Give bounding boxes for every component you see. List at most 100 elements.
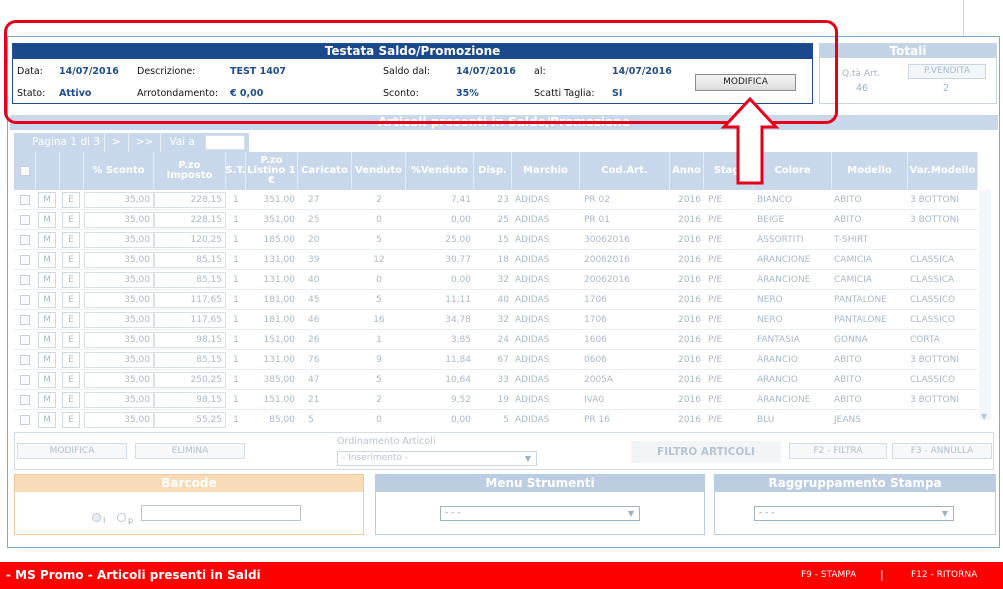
- scroll-down-icon[interactable]: ▼: [981, 412, 987, 421]
- table-cell: 5: [308, 415, 314, 425]
- table-cell: PANTALONE: [834, 295, 887, 305]
- row-checkbox[interactable]: [20, 375, 30, 385]
- row-checkbox[interactable]: [20, 275, 30, 285]
- table-cell: 85,15: [154, 252, 226, 268]
- table-row[interactable]: M E 35,00 117,65 1 181,00 46 16 34,78 32 ADIDAS 170…: [14, 310, 978, 330]
- column-header[interactable]: %Venduto: [406, 152, 474, 190]
- menu-strumenti-select[interactable]: - - - ▼: [440, 506, 640, 521]
- column-header[interactable]: P.zo Imposto: [154, 152, 226, 190]
- table-row[interactable]: M E 35,00 98,15 1 151,00 26 1 3,85 24 ADIDAS 1606 20…: [14, 330, 978, 350]
- elimina-button[interactable]: ELIMINA: [135, 443, 245, 459]
- table-row[interactable]: M E 35,00 98,15 1 151,00 21 2 9,52 19 ADIDAS IVA0 20…: [14, 390, 978, 410]
- column-header[interactable]: S.T.: [225, 152, 246, 190]
- column-header[interactable]: Anno: [670, 152, 704, 190]
- table-cell: 131,00: [263, 275, 296, 285]
- table-row[interactable]: M E 35,00 85,15 1 131,00 76 9 11,84 67 ADIDAS 0606 2…: [14, 350, 978, 370]
- column-header[interactable]: Caricato: [298, 152, 352, 190]
- row-e-button[interactable]: E: [62, 332, 80, 348]
- table-cell: T-SHIRT: [834, 235, 869, 245]
- f12-ritorna-button[interactable]: F12 - RITORNA: [911, 570, 977, 580]
- f2-filtra-button[interactable]: F2 - FILTRA: [789, 443, 887, 459]
- row-e-button[interactable]: E: [62, 252, 80, 268]
- pvendita-button[interactable]: P.VENDITA: [908, 64, 986, 79]
- radio-p[interactable]: [117, 513, 126, 522]
- row-m-button[interactable]: M: [38, 392, 56, 408]
- grid-scrollbar[interactable]: [979, 190, 991, 420]
- table-row[interactable]: M E 35,00 120,25 1 185,00 20 5 25,00 15 ADIDAS 3006…: [14, 230, 978, 250]
- row-m-button[interactable]: M: [38, 412, 56, 428]
- table-row[interactable]: M E 35,00 85,15 1 131,00 40 0 0,00 32 ADIDAS 200620…: [14, 270, 978, 290]
- row-e-button[interactable]: E: [62, 272, 80, 288]
- table-row[interactable]: M E 35,00 228,15 1 351,00 25 0 0,00 25 ADIDAS PR 01…: [14, 210, 978, 230]
- table-row[interactable]: M E 35,00 250,25 1 385,00 47 5 10,64 33 ADIDAS 2005…: [14, 370, 978, 390]
- row-e-button[interactable]: E: [62, 392, 80, 408]
- row-m-button[interactable]: M: [38, 272, 56, 288]
- row-checkbox[interactable]: [20, 315, 30, 325]
- table-cell: CLASSICA: [910, 255, 955, 265]
- row-checkbox[interactable]: [20, 355, 30, 365]
- radio-i[interactable]: [92, 513, 101, 522]
- row-e-button[interactable]: E: [62, 292, 80, 308]
- table-cell: 181,00: [263, 295, 296, 305]
- column-header[interactable]: Disp.: [474, 152, 512, 190]
- column-header[interactable]: Var.Modello: [908, 152, 978, 190]
- row-checkbox[interactable]: [20, 195, 30, 205]
- row-m-button[interactable]: M: [38, 212, 56, 228]
- row-checkbox[interactable]: [20, 395, 30, 405]
- f3-annulla-button[interactable]: F3 - ANNULLA: [892, 443, 992, 459]
- row-m-button[interactable]: M: [38, 312, 56, 328]
- footer-title: - MS Promo - Articoli presenti in Saldi: [6, 568, 261, 582]
- table-cell: 7,41: [450, 195, 471, 205]
- row-e-button[interactable]: E: [62, 232, 80, 248]
- column-header[interactable]: Cod.Art.: [580, 152, 670, 190]
- row-m-button[interactable]: M: [38, 332, 56, 348]
- row-e-button[interactable]: E: [62, 212, 80, 228]
- column-header[interactable]: P.zo Listino 1 €: [246, 152, 298, 190]
- ordinamento-select[interactable]: - Inserimento - ▼: [337, 451, 537, 466]
- sconto-value: 35%: [456, 88, 479, 99]
- f9-stampa-button[interactable]: F9 - STAMPA: [801, 570, 856, 580]
- column-header[interactable]: % Sconto: [84, 152, 154, 190]
- row-checkbox[interactable]: [20, 235, 30, 245]
- table-row[interactable]: M E 35,00 117,65 1 181,00 45 5 11,11 40 ADIDAS 1706…: [14, 290, 978, 310]
- row-checkbox[interactable]: [20, 415, 30, 425]
- row-checkbox[interactable]: [20, 215, 30, 225]
- goto-page-input[interactable]: [204, 135, 245, 150]
- row-m-button[interactable]: M: [38, 192, 56, 208]
- modifica-testata-button[interactable]: MODIFICA: [695, 74, 796, 91]
- row-checkbox[interactable]: [20, 335, 30, 345]
- row-e-button[interactable]: E: [62, 372, 80, 388]
- table-row[interactable]: M E 35,00 85,15 1 131,00 39 12 30,77 18 ADIDAS 2006…: [14, 250, 978, 270]
- column-header[interactable]: Modello: [832, 152, 908, 190]
- table-row[interactable]: M E 35,00 55,25 1 85,00 5 0 0,00 5 ADIDAS PR 16 2016…: [14, 410, 978, 428]
- table-cell: 20062016: [584, 255, 630, 265]
- chevron-down-icon: ▼: [941, 509, 948, 518]
- row-m-button[interactable]: M: [38, 252, 56, 268]
- row-m-button[interactable]: M: [38, 352, 56, 368]
- raggruppamento-select[interactable]: - - - ▼: [754, 506, 954, 521]
- table-cell: 1: [233, 195, 239, 205]
- row-m-button[interactable]: M: [38, 372, 56, 388]
- column-header[interactable]: Marchio: [512, 152, 580, 190]
- row-e-button[interactable]: E: [62, 412, 80, 428]
- modifica-button[interactable]: MODIFICA: [17, 443, 127, 459]
- select-all-checkbox[interactable]: [19, 166, 30, 176]
- row-e-button[interactable]: E: [62, 192, 80, 208]
- barcode-input[interactable]: [141, 505, 301, 521]
- row-e-button[interactable]: E: [62, 352, 80, 368]
- table-cell: ADIDAS: [515, 415, 550, 425]
- row-checkbox[interactable]: [20, 255, 30, 265]
- row-e-button[interactable]: E: [62, 312, 80, 328]
- row-m-button[interactable]: M: [38, 232, 56, 248]
- table-row[interactable]: M E 35,00 228,15 1 351,00 27 2 7,41 23 ADIDAS PR 02…: [14, 190, 978, 210]
- table-cell: CORTA: [910, 335, 940, 345]
- table-cell: 35,00: [84, 392, 154, 408]
- table-cell: BIANCO: [757, 195, 793, 205]
- last-page-button[interactable]: >>: [129, 133, 162, 152]
- table-cell: 3 BOTTONI: [910, 215, 959, 225]
- table-cell: NERO: [757, 295, 783, 305]
- row-checkbox[interactable]: [20, 295, 30, 305]
- next-page-button[interactable]: >: [105, 133, 129, 152]
- column-header[interactable]: Venduto: [352, 152, 406, 190]
- row-m-button[interactable]: M: [38, 292, 56, 308]
